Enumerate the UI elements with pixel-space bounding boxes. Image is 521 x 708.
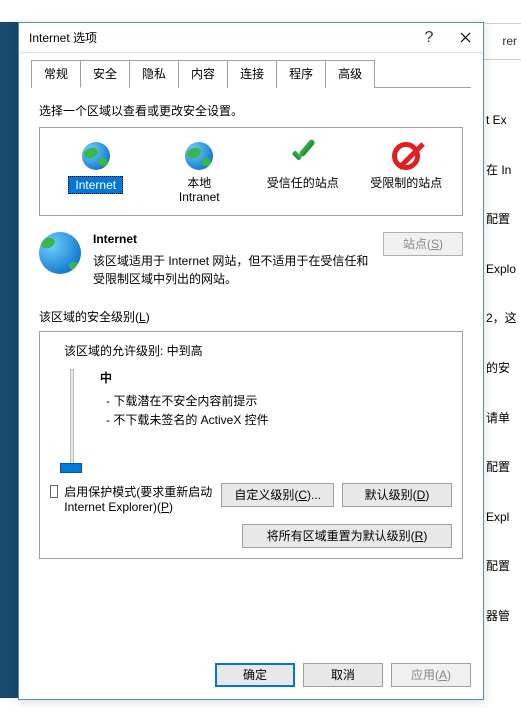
zone-item-2[interactable]: 受信任的站点 [253,136,353,209]
zone-label: 本地Intranet [179,176,220,205]
dialog-title: Internet 选项 [29,29,411,46]
custom-level-button[interactable]: 自定义级别(C)... [221,483,334,507]
allowed-levels-label: 该区域的允许级别: 中到高 [64,342,452,359]
default-level-button[interactable]: 默认级别(D) [342,483,452,507]
security-level-slider[interactable] [64,369,80,469]
zone-label: Internet [68,176,123,194]
slider-thumb[interactable] [60,463,82,473]
cancel-button[interactable]: 取消 [303,663,383,687]
sites-button-label: 站点(S) [403,237,443,251]
tab-4[interactable]: 连接 [227,60,277,88]
tab-panel-security: 选择一个区域以查看或更改安全设置。 Internet 本地Intranet 受信任的… [31,88,471,567]
close-icon [460,32,471,43]
zone-detail-name: Internet [93,232,371,246]
titlebar: Internet 选项 ? [19,23,483,53]
internet-options-dialog: Internet 选项 ? 常规安全隐私内容连接程序高级 选择一个区域以查看或更… [18,22,484,700]
tab-2[interactable]: 隐私 [129,60,179,88]
tabs: 常规安全隐私内容连接程序高级 [31,59,471,88]
globe-icon-wrap [183,140,215,172]
level-section-label: 该区域的安全级别(L) [39,308,463,325]
check-icon-wrap [287,140,319,172]
globe-icon [185,142,213,170]
dialog-body: 常规安全隐私内容连接程序高级 选择一个区域以查看或更改安全设置。 Interne… [19,53,483,653]
zone-detail-icon [39,232,81,288]
apply-button[interactable]: 应用(A) [391,663,471,687]
globe-icon-wrap [80,140,112,172]
tab-6[interactable]: 高级 [325,60,375,88]
background-partial-text: t Ex在 In配置Explo2，这的安请单配置Expl配置器管 [486,110,521,656]
forbidden-icon-wrap [390,140,422,172]
bg-word: rer [502,34,517,48]
current-level-name: 中 [100,369,269,386]
ok-button[interactable]: 确定 [215,663,295,687]
tab-0[interactable]: 常规 [31,60,81,88]
protected-mode-checkbox[interactable] [50,485,58,498]
zone-detail: Internet 该区域适用于 Internet 网站，但不适用于在受信任和受限… [39,232,463,288]
zone-detail-desc: 该区域适用于 Internet 网站，但不适用于在受信任和受限制区域中列出的网站… [93,252,371,288]
forbidden-icon [392,142,420,170]
globe-icon [39,232,81,274]
zone-item-0[interactable]: Internet [46,136,146,209]
background-left-strip [0,22,18,698]
zone-item-1[interactable]: 本地Intranet [150,136,250,209]
zone-label: 受信任的站点 [267,176,339,190]
zone-label: 受限制的站点 [370,176,442,190]
zone-list: Internet 本地Intranet 受信任的站点 受限制的站点 [39,127,463,216]
zone-prompt: 选择一个区域以查看或更改安全设置。 [39,102,463,119]
zone-item-3[interactable]: 受限制的站点 [357,136,457,209]
tab-3[interactable]: 内容 [178,60,228,88]
sites-button[interactable]: 站点(S) [383,232,463,256]
slider-track [70,369,74,469]
tab-1[interactable]: 安全 [80,60,130,88]
level-desc: - 下载潜在不安全内容前提示- 不下载未签名的 ActiveX 控件 [100,392,269,430]
protected-mode-label: 启用保护模式(要求重新启动 Internet Explorer)(P) [64,483,213,514]
reset-all-zones-button[interactable]: 将所有区域重置为默认级别(R) [242,524,452,548]
close-button[interactable] [447,23,483,53]
tab-5[interactable]: 程序 [276,60,326,88]
help-button[interactable]: ? [411,23,447,53]
check-icon [288,141,318,171]
level-box: 该区域的允许级别: 中到高 中 - 下载潜在不安全内容前提示- 不下载未签名的 … [39,331,463,559]
dialog-footer: 确定 取消 应用(A) [19,653,483,699]
globe-icon [82,142,110,170]
